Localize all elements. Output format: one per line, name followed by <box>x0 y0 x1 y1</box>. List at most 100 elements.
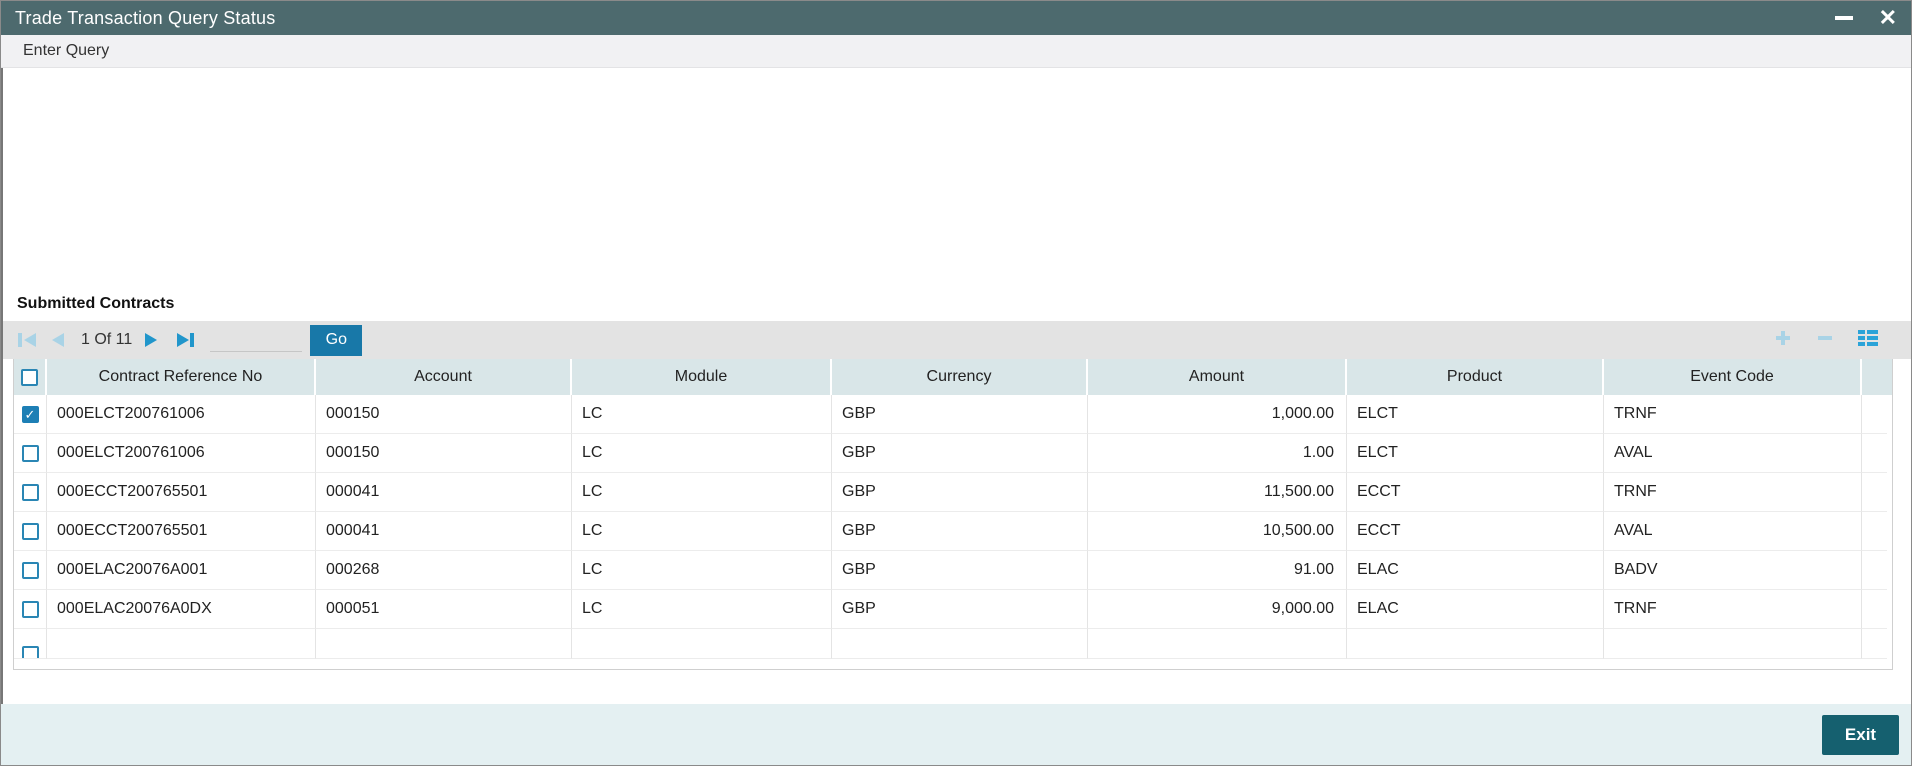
cell-currency: GBP <box>832 512 1088 551</box>
cell-amount: 9,000.00 <box>1088 590 1347 629</box>
remove-row-icon[interactable] <box>1815 328 1835 353</box>
header-cell-spacer <box>1862 359 1887 395</box>
select-all-checkbox[interactable] <box>21 369 38 386</box>
cell-account: 000268 <box>316 551 572 590</box>
footer-gap <box>3 670 1911 704</box>
cell-spacer <box>316 629 572 659</box>
cell-account: 000041 <box>316 512 572 551</box>
window-title: Trade Transaction Query Status <box>15 8 275 29</box>
header-cell[interactable]: Module <box>572 359 832 395</box>
table-row: ✓ 000ELCT200761006000150LCGBP1,000.00ELCT… <box>14 395 1892 434</box>
previous-page-icon[interactable] <box>49 331 71 349</box>
header-cell[interactable]: Contract Reference No <box>47 359 316 395</box>
title-bar: Trade Transaction Query Status ✕ <box>1 1 1911 35</box>
cell-module: LC <box>572 512 832 551</box>
cell-module: LC <box>572 551 832 590</box>
cell-module: LC <box>572 590 832 629</box>
table-body: ✓000ELCT200761006000150LCGBP1,000.00ELCT… <box>14 395 1892 659</box>
cell-currency: GBP <box>832 590 1088 629</box>
header-cell-select <box>14 359 47 395</box>
cell-currency: GBP <box>832 434 1088 473</box>
minimize-icon[interactable] <box>1835 16 1853 20</box>
add-row-icon[interactable] <box>1773 328 1793 353</box>
row-checkbox[interactable] <box>22 646 39 659</box>
cell-event-code: TRNF <box>1604 590 1862 629</box>
cell-amount: 1.00 <box>1088 434 1347 473</box>
cell-currency: GBP <box>832 551 1088 590</box>
query-form-area <box>1 68 1911 293</box>
section-title: Submitted Contracts <box>3 293 1911 321</box>
cell-product: ECCT <box>1347 473 1604 512</box>
pagination-toolbar: 1 Of 11 Go <box>3 321 1911 359</box>
cell-contract-reference-no: 000ECCT200765501 <box>47 512 316 551</box>
cell-product: ELCT <box>1347 395 1604 434</box>
cell-contract-reference-no: 000ELCT200761006 <box>47 434 316 473</box>
row-checkbox[interactable] <box>22 445 39 462</box>
cell-product: ELAC <box>1347 551 1604 590</box>
go-button[interactable]: Go <box>310 325 362 356</box>
cell-spacer <box>1862 473 1887 512</box>
row-checkbox[interactable] <box>22 523 39 540</box>
cell-spacer <box>1862 395 1887 434</box>
cell-contract-reference-no: 000ELCT200761006 <box>47 395 316 434</box>
cell-product: ELAC <box>1347 590 1604 629</box>
cell-contract-reference-no: 000ECCT200765501 <box>47 473 316 512</box>
table-row-partial <box>14 629 1892 659</box>
row-checkbox[interactable] <box>22 562 39 579</box>
cell-amount: 10,500.00 <box>1088 512 1347 551</box>
page-number-input[interactable] <box>210 328 302 352</box>
header-cell[interactable]: Currency <box>832 359 1088 395</box>
cell-product: ELCT <box>1347 434 1604 473</box>
cell-contract-reference-no: 000ELAC20076A0DX <box>47 590 316 629</box>
close-icon[interactable]: ✕ <box>1879 7 1897 29</box>
table-row: 000ELAC20076A0DX000051LCGBP9,000.00ELACT… <box>14 590 1892 629</box>
cell-spacer <box>1862 512 1887 551</box>
cell-spacer <box>47 629 316 659</box>
cell-event-code: AVAL <box>1604 434 1862 473</box>
enter-query-bar: Enter Query <box>1 35 1911 68</box>
cell-spacer <box>1862 590 1887 629</box>
cell-amount: 11,500.00 <box>1088 473 1347 512</box>
cell-event-code: BADV <box>1604 551 1862 590</box>
row-checkbox[interactable] <box>22 601 39 618</box>
cell-event-code: TRNF <box>1604 395 1862 434</box>
cell-spacer <box>832 629 1088 659</box>
cell-currency: GBP <box>832 395 1088 434</box>
last-page-icon[interactable] <box>174 331 196 349</box>
enter-query-label: Enter Query <box>23 42 109 60</box>
first-page-icon[interactable] <box>17 331 39 349</box>
header-cell[interactable]: Event Code <box>1604 359 1862 395</box>
cell-event-code: AVAL <box>1604 512 1862 551</box>
cell-select: ✓ <box>14 395 47 434</box>
cell-spacer <box>1862 629 1887 659</box>
table-row: 000ECCT200765501000041LCGBP11,500.00ECCT… <box>14 473 1892 512</box>
cell-product: ECCT <box>1347 512 1604 551</box>
footer-bar: Exit <box>1 704 1911 765</box>
cell-amount: 1,000.00 <box>1088 395 1347 434</box>
cell-select <box>14 473 47 512</box>
table-row: 000ECCT200765501000041LCGBP10,500.00ECCT… <box>14 512 1892 551</box>
exit-button[interactable]: Exit <box>1822 715 1899 755</box>
header-cell[interactable]: Amount <box>1088 359 1347 395</box>
cell-account: 000150 <box>316 395 572 434</box>
cell-spacer <box>1604 629 1862 659</box>
cell-module: LC <box>572 434 832 473</box>
header-cell[interactable]: Product <box>1347 359 1604 395</box>
cell-currency: GBP <box>832 473 1088 512</box>
details-list-icon[interactable] <box>1857 328 1879 353</box>
table-row: 000ELAC20076A001000268LCGBP91.00ELACBADV <box>14 551 1892 590</box>
table-row: 000ELCT200761006000150LCGBP1.00ELCTAVAL <box>14 434 1892 473</box>
cell-module: LC <box>572 395 832 434</box>
cell-spacer <box>1862 434 1887 473</box>
page-indicator: 1 Of 11 <box>81 331 132 349</box>
cell-contract-reference-no: 000ELAC20076A001 <box>47 551 316 590</box>
cell-select <box>14 551 47 590</box>
row-checkbox[interactable]: ✓ <box>22 406 39 423</box>
cell-account: 000041 <box>316 473 572 512</box>
next-page-icon[interactable] <box>142 331 164 349</box>
cell-spacer <box>1347 629 1604 659</box>
cell-account: 000150 <box>316 434 572 473</box>
row-checkbox[interactable] <box>22 484 39 501</box>
header-cell[interactable]: Account <box>316 359 572 395</box>
cell-select <box>14 512 47 551</box>
